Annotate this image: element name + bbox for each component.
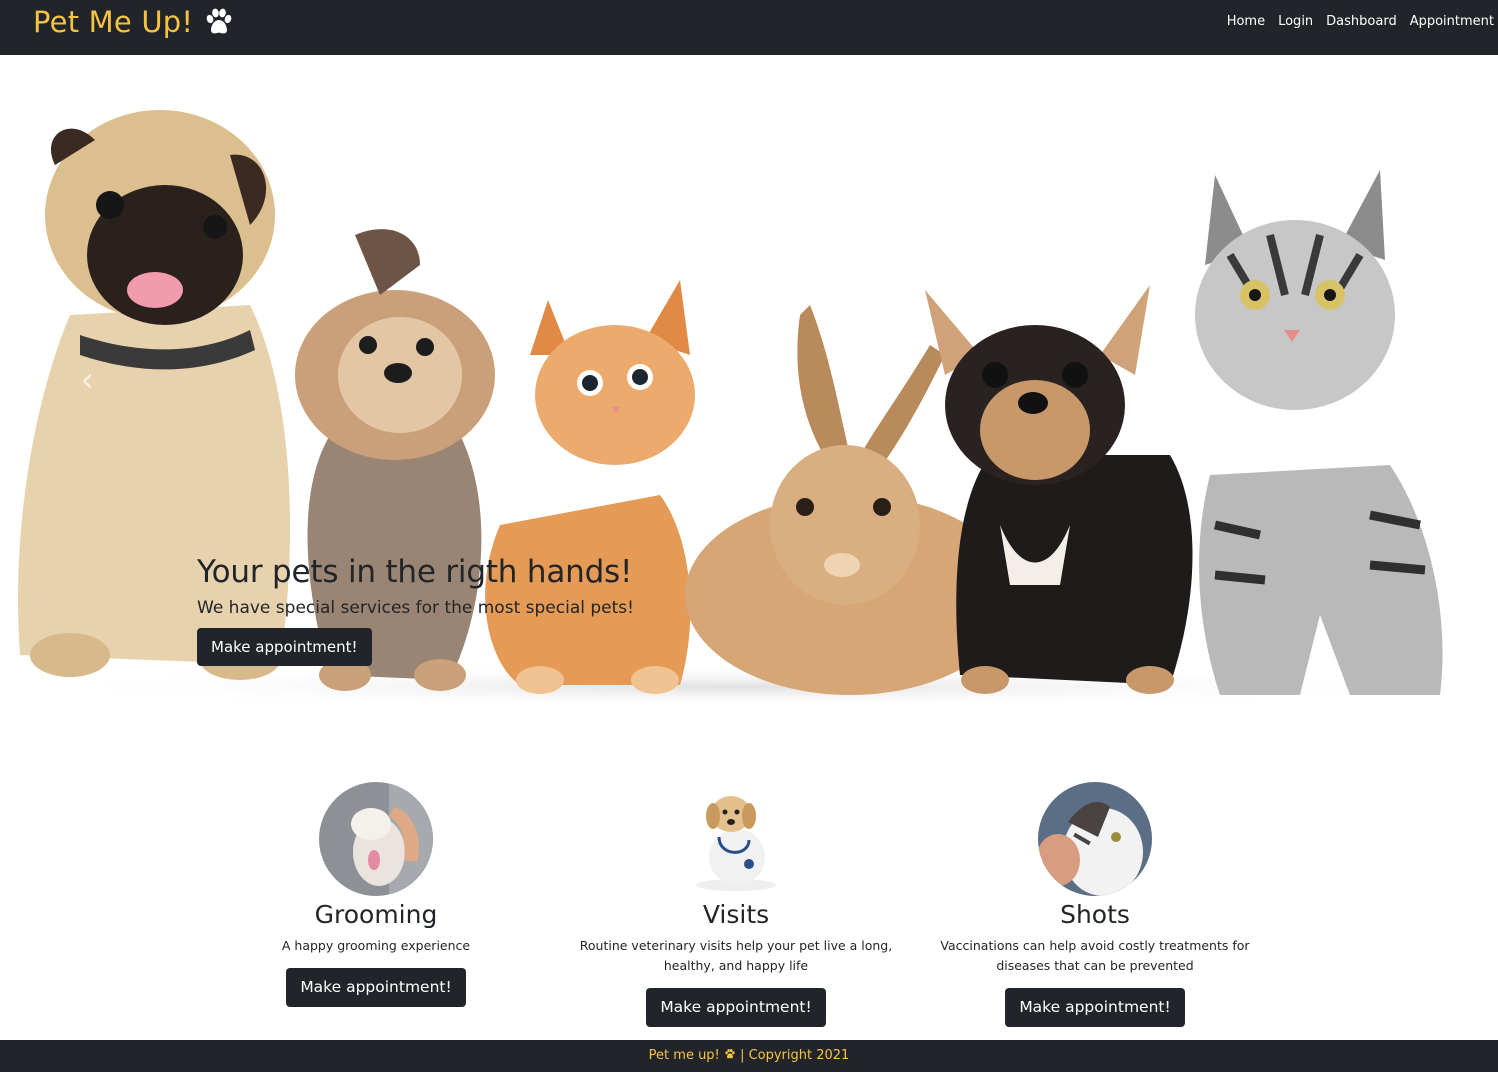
shots-make-appointment-button[interactable]: Make appointment! [1005, 988, 1185, 1027]
service-grooming: Grooming A happy grooming experience Mak… [206, 782, 546, 1007]
service-title: Grooming [314, 900, 438, 929]
paw-icon [725, 1048, 735, 1059]
tabby-cat-illustration [1195, 170, 1443, 695]
hero-subtitle: We have special services for the most sp… [197, 598, 634, 618]
service-title: Shots [1060, 900, 1130, 929]
service-shots: Shots Vaccinations can help avoid costly… [925, 782, 1265, 1027]
hero-caption: Your pets in the rigth hands! We have sp… [197, 550, 634, 666]
vet-puppy-image [679, 782, 793, 896]
cat-vaccination-image [1038, 782, 1152, 896]
brand-logo[interactable]: Pet Me Up! [33, 2, 235, 42]
chihuahua-illustration [925, 285, 1193, 694]
hero-make-appointment-button[interactable]: Make appointment! [197, 628, 372, 666]
brand-name: Pet Me Up! [33, 5, 194, 39]
nav-home-link[interactable]: Home [1227, 13, 1265, 31]
service-visits: Visits Routine veterinary visits help yo… [566, 782, 906, 1027]
nav-login-link[interactable]: Login [1278, 13, 1313, 31]
nav-links: Home Login Dashboard Appointment [1227, 13, 1494, 31]
services-section: Grooming A happy grooming experience Mak… [0, 760, 1498, 1040]
grooming-make-appointment-button[interactable]: Make appointment! [286, 968, 466, 1007]
nav-dashboard-link[interactable]: Dashboard [1326, 13, 1397, 31]
service-description: Vaccinations can help avoid costly treat… [940, 938, 1250, 973]
carousel-prev-button[interactable]: ‹ [72, 360, 102, 400]
grooming-image [319, 782, 433, 896]
paw-icon [206, 8, 232, 34]
page-footer: Pet me up! | Copyright 2021 [0, 1040, 1498, 1072]
top-navbar: Pet Me Up! Home Login Dashboard Appointm… [0, 0, 1498, 55]
carousel-next-button[interactable]: › [1362, 360, 1392, 400]
hero-carousel: ‹ › Your pets in the rigth hands! We hav… [0, 55, 1498, 720]
footer-copyright: | Copyright 2021 [740, 1048, 850, 1063]
service-description: A happy grooming experience [281, 938, 471, 953]
chevron-right-icon: › [1370, 360, 1384, 400]
hero-title: Your pets in the rigth hands! [197, 554, 633, 590]
service-description: Routine veterinary visits help your pet … [579, 938, 893, 973]
nav-appointment-link[interactable]: Appointment [1410, 13, 1494, 31]
footer-brand: Pet me up! [648, 1048, 720, 1063]
service-title: Visits [702, 900, 770, 929]
chevron-left-icon: ‹ [80, 360, 94, 400]
visits-make-appointment-button[interactable]: Make appointment! [646, 988, 826, 1027]
